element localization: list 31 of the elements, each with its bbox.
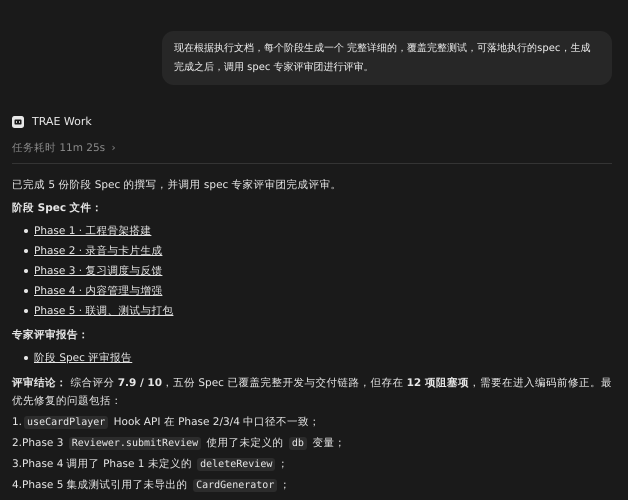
- section-heading: 阶段 Spec 文件：: [12, 201, 104, 216]
- issue-text: 使用了未定义的: [206, 436, 285, 450]
- phase-link[interactable]: Phase 2 · 录音与卡片生成: [34, 244, 162, 258]
- phase-link[interactable]: Phase 1 · 工程骨架搭建: [34, 224, 152, 238]
- duration-toggle[interactable]: 任务耗时 11m 25s ›: [12, 141, 116, 155]
- phase-link[interactable]: Phase 5 · 联调、测试与打包: [34, 304, 174, 318]
- section-heading: 专家评审报告：: [12, 328, 90, 343]
- inline-code: deleteReview: [197, 458, 276, 470]
- conclusion-text: 评审结论： 综合评分 7.9 / 10，五份 Spec 已覆盖完整开发与交付链路，但存在 12 项阻塞项，需要在进入编码前修正。最优先修复的问题包括：: [12, 376, 612, 409]
- phase-link[interactable]: Phase 4 · 内容管理与增强: [34, 284, 162, 298]
- list-number: 2.: [12, 437, 22, 449]
- list-number: 4.: [12, 479, 22, 491]
- agent-name: TRAE Work: [32, 115, 92, 128]
- list-number: 1.: [12, 416, 22, 428]
- inline-code: useCardPlayer: [24, 416, 108, 428]
- report-link[interactable]: 阶段 Spec 评审报告: [34, 351, 132, 365]
- list-number: 3.: [12, 458, 22, 470]
- issue-text: 变量；: [311, 436, 346, 450]
- summary-text: 已完成 5 份阶段 Spec 的撰写，并调用 spec 专家评审团完成评审。: [12, 178, 343, 193]
- issue-text: ；: [277, 457, 288, 471]
- issue-text: ；: [279, 478, 290, 492]
- inline-code: CardGenerator: [193, 478, 278, 492]
- issue-text: Hook API 在 Phase 2/3/4 中口径不一致；: [112, 415, 320, 429]
- user-message: 现在根据执行文档，每个阶段生成一个 完整详细的，覆盖完整测试，可落地执行的spec，生成完成之后，调用 spec 专家评审团进行评审。: [162, 31, 612, 85]
- issue-text: Phase 5 集成测试引用了未导出的: [22, 478, 189, 492]
- inline-code: db: [288, 436, 307, 450]
- issue-text: Phase 3: [22, 437, 64, 449]
- phase-link[interactable]: Phase 3 · 复习调度与反馈: [34, 264, 162, 278]
- agent-logo-icon: [12, 116, 24, 128]
- issue-text: Phase 4 调用了 Phase 1 未定义的: [22, 457, 193, 471]
- inline-code: Reviewer.submitReview: [68, 436, 202, 450]
